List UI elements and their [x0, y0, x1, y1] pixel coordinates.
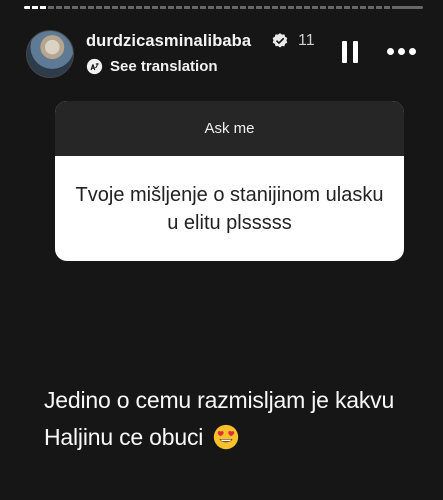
- answer-line-2: Haljinu ce obuci: [44, 419, 424, 456]
- question-text: Tvoje mišljenje o stanijinom ulasku u el…: [75, 183, 384, 234]
- question-sticker-title: Ask me: [55, 101, 404, 156]
- verified-badge-icon: [272, 33, 288, 48]
- avatar[interactable]: [26, 30, 74, 78]
- story-header: durdzicasminalibaba 11 See translation: [26, 28, 429, 78]
- story-progress-segments: [24, 6, 394, 9]
- answer-line-2-text: Haljinu ce obuci: [44, 424, 204, 450]
- see-translation-link[interactable]: See translation: [110, 58, 218, 75]
- more-options-icon[interactable]: [387, 48, 417, 56]
- answer-text: Jedino o cemu razmisljam je kakvu Haljin…: [44, 382, 424, 456]
- pause-icon[interactable]: [342, 41, 358, 63]
- post-time: 11: [298, 32, 315, 49]
- translate-icon[interactable]: [86, 58, 103, 75]
- question-sticker[interactable]: Ask me Tvoje mišljenje o stanijinom ulas…: [55, 101, 404, 261]
- username[interactable]: durdzicasminalibaba: [86, 32, 251, 51]
- heart-eyes-emoji-icon: [214, 424, 239, 450]
- answer-line-1: Jedino o cemu razmisljam je kakvu: [44, 387, 395, 413]
